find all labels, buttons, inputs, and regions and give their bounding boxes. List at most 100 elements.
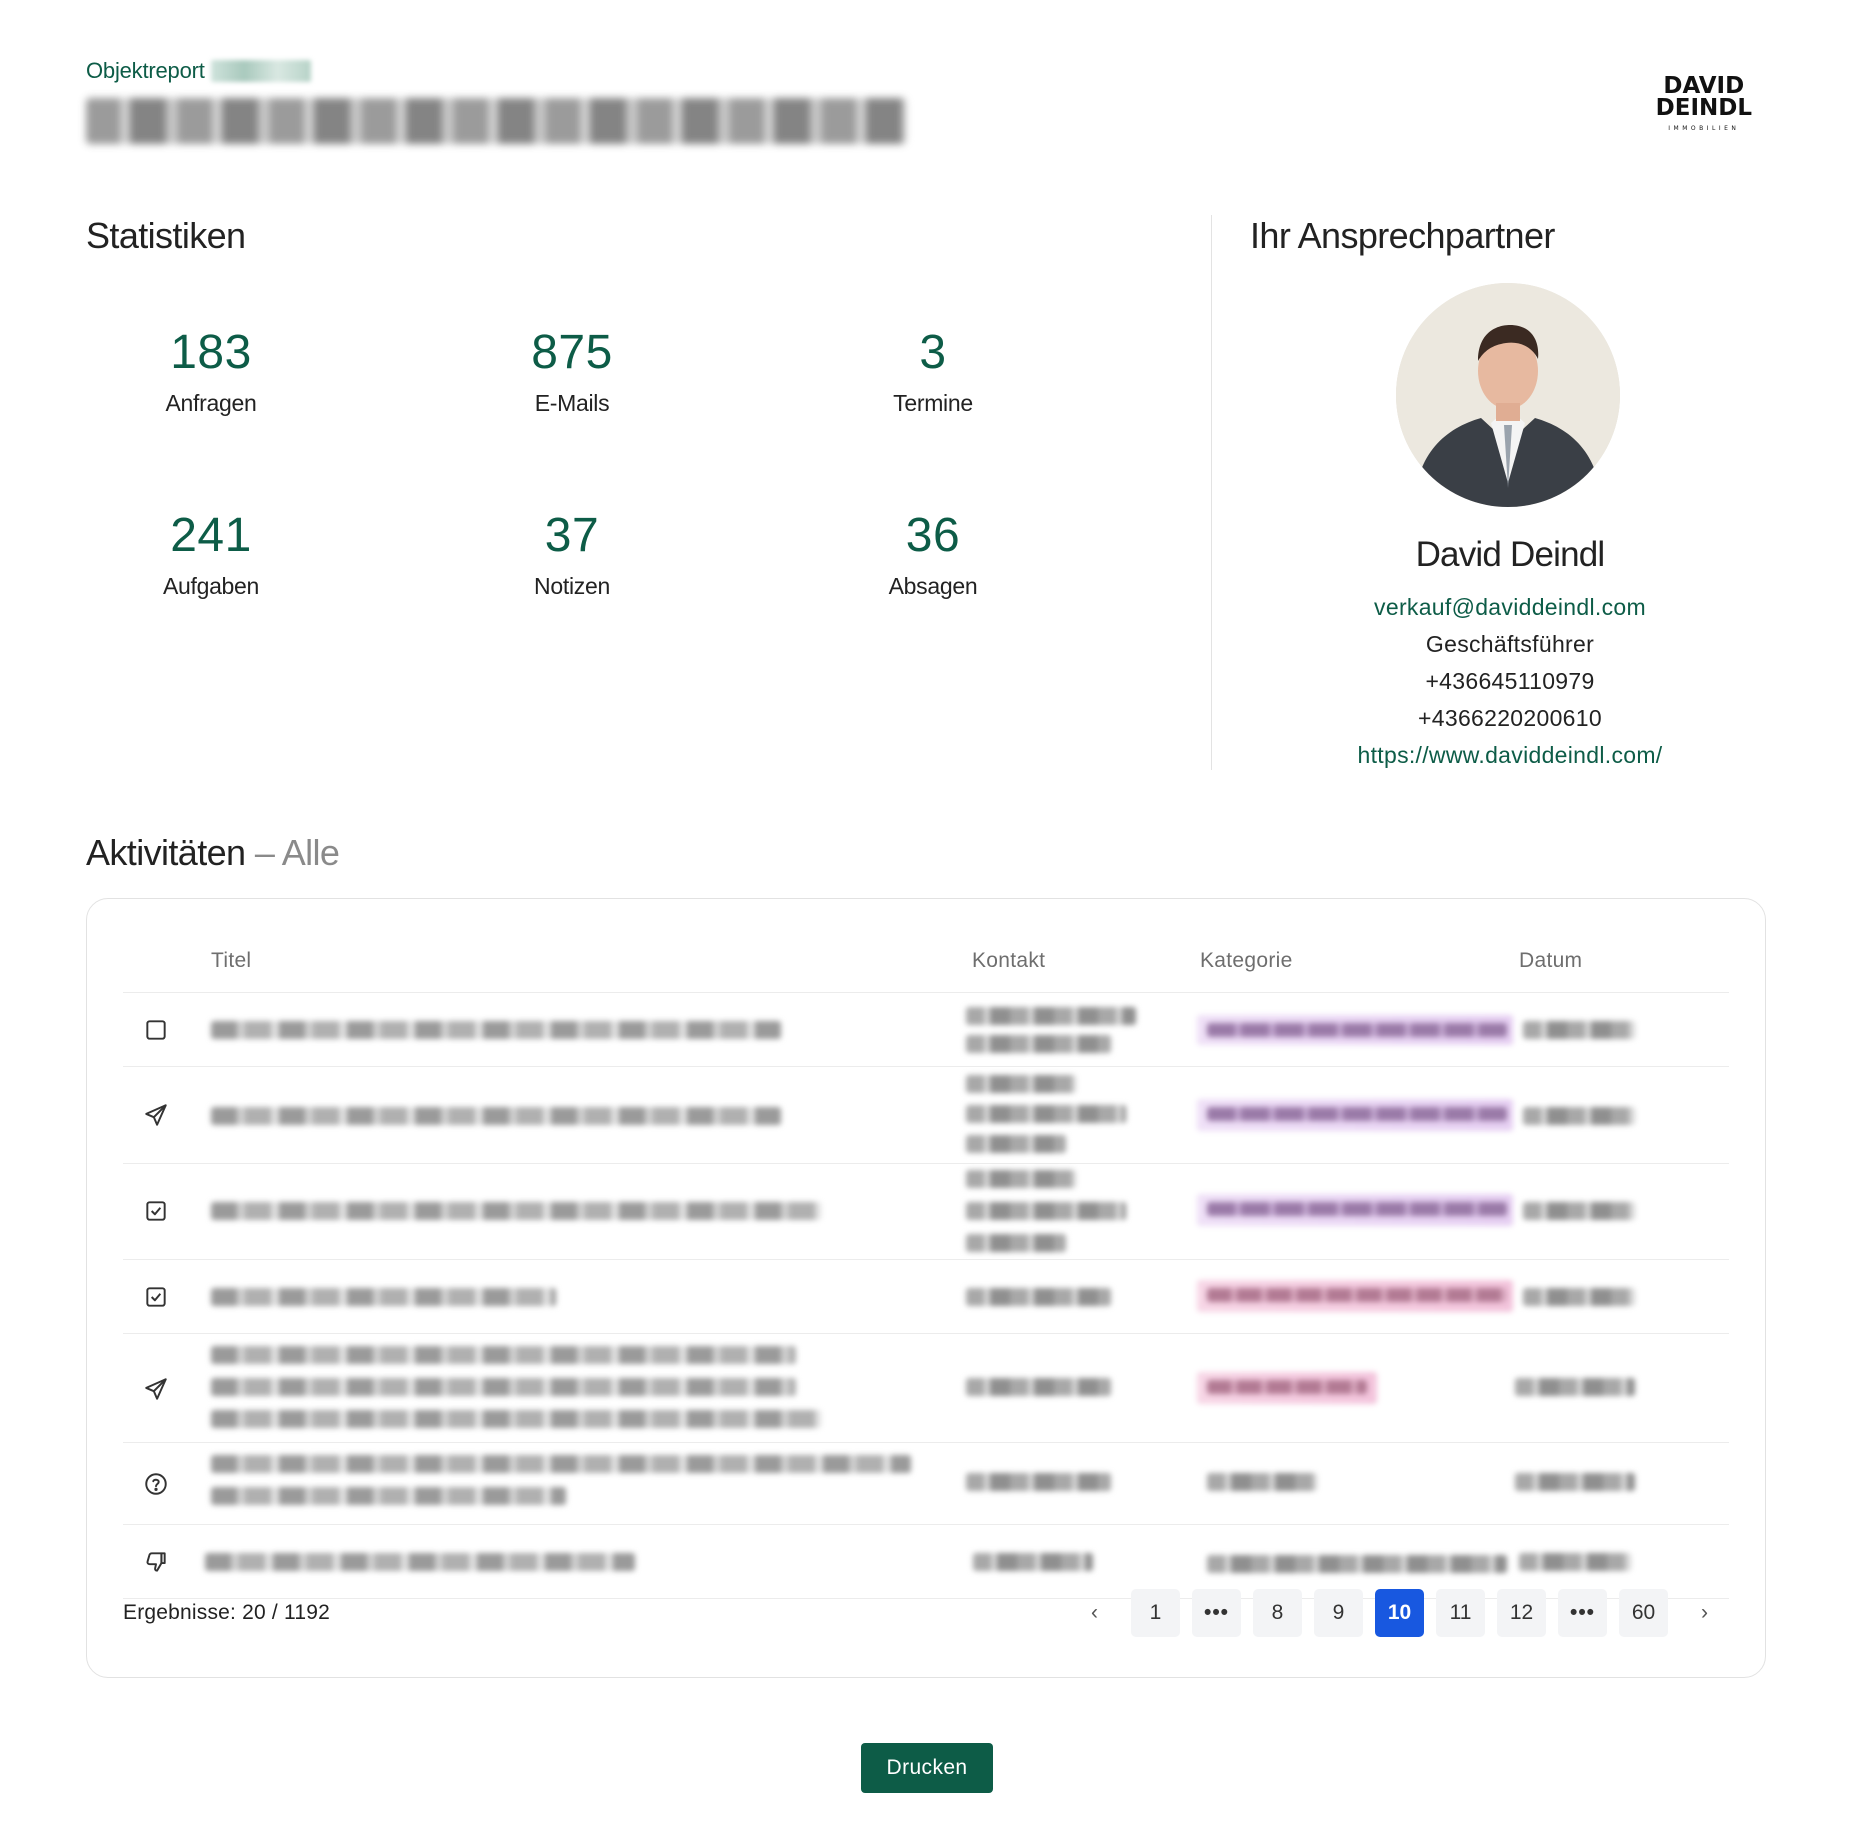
check-square-icon xyxy=(143,1284,169,1310)
redacted-category xyxy=(1207,1555,1507,1573)
contact-details: David Deindl verkauf@daviddeindl.com Ges… xyxy=(1250,535,1770,774)
section-divider xyxy=(1211,215,1212,770)
company-logo: DAVID DEINDL IMMOBILIEN xyxy=(1656,75,1752,132)
contact-email-link[interactable]: verkauf@daviddeindl.com xyxy=(1250,589,1770,626)
redacted-date xyxy=(1523,1107,1635,1125)
redacted-title xyxy=(205,1553,635,1571)
page-button[interactable]: 1 xyxy=(1131,1589,1180,1637)
table-row[interactable] xyxy=(123,1260,1729,1334)
activities-title: Aktivitäten – Alle xyxy=(86,832,340,874)
redacted-contact xyxy=(966,1105,1126,1123)
redacted-contact xyxy=(966,1135,1066,1153)
prev-page-button[interactable]: ‹ xyxy=(1070,1589,1119,1637)
page-ellipsis: ••• xyxy=(1192,1589,1241,1637)
contact-phone-2[interactable]: +4366220200610 xyxy=(1250,700,1770,737)
report-type-label: Objektreport xyxy=(86,58,205,83)
stat-emails: 875 E-Mails xyxy=(422,325,722,417)
contact-role: Geschäftsführer xyxy=(1425,631,1595,657)
stat-notes: 37 Notizen xyxy=(422,508,722,600)
stat-value: 875 xyxy=(531,326,613,379)
pagination: ‹ 1 ••• 8 9 10 11 12 ••• 60 › xyxy=(1070,1589,1729,1637)
redacted-title xyxy=(211,1378,796,1396)
table-row[interactable] xyxy=(123,1067,1729,1164)
activities-heading: Aktivitäten xyxy=(86,832,246,873)
redacted-contact xyxy=(966,1075,1076,1093)
redacted-contact xyxy=(966,1007,1136,1025)
table-row[interactable] xyxy=(123,1334,1729,1443)
stat-label: Absagen xyxy=(888,573,978,599)
page-ellipsis: ••• xyxy=(1558,1589,1607,1637)
redacted-title xyxy=(211,1288,556,1306)
stat-label: Notizen xyxy=(534,573,610,599)
stat-value: 37 xyxy=(544,509,600,562)
redacted-category-text xyxy=(1207,1023,1507,1037)
redacted-contact xyxy=(966,1234,1066,1252)
report-header: Objektreport DAVID DEINDL IMMOBILIEN xyxy=(86,58,1766,178)
thumbs-down-icon xyxy=(143,1549,169,1575)
redacted-category-text xyxy=(1207,1288,1507,1302)
table-row[interactable] xyxy=(123,1525,1729,1599)
redacted-object-id xyxy=(210,60,311,82)
stat-label: Anfragen xyxy=(165,390,257,416)
send-icon xyxy=(143,1102,169,1128)
redacted-date xyxy=(1523,1021,1635,1039)
page-button[interactable]: 60 xyxy=(1619,1589,1668,1637)
stat-value: 3 xyxy=(919,326,947,379)
redacted-property-title xyxy=(86,98,906,144)
contact-website-link[interactable]: https://www.daviddeindl.com/ xyxy=(1250,737,1770,774)
stat-label: Aufgaben xyxy=(162,573,260,599)
stat-tasks: 241 Aufgaben xyxy=(61,508,361,600)
table-row[interactable] xyxy=(123,993,1729,1067)
redacted-contact xyxy=(973,1553,1093,1571)
page-button[interactable]: 11 xyxy=(1436,1589,1485,1637)
next-page-button[interactable]: › xyxy=(1680,1589,1729,1637)
redacted-contact xyxy=(966,1035,1111,1053)
redacted-category-text xyxy=(1207,1107,1507,1121)
print-button[interactable]: Drucken xyxy=(861,1743,993,1793)
contact-title: Ihr Ansprechpartner xyxy=(1250,215,1555,256)
stat-label: Termine xyxy=(893,390,973,416)
column-header-category[interactable]: Kategorie xyxy=(1200,949,1293,973)
table-footer: Ergebnisse: 20 / 1192 ‹ 1 ••• 8 9 10 11 … xyxy=(123,1589,1729,1639)
page-button[interactable]: 8 xyxy=(1253,1589,1302,1637)
stat-appointments: 3 Termine xyxy=(783,325,1083,417)
stat-value: 183 xyxy=(170,326,252,379)
redacted-category xyxy=(1207,1473,1317,1491)
redacted-date xyxy=(1523,1202,1635,1220)
stat-inquiries: 183 Anfragen xyxy=(61,325,361,417)
activities-filter-label: – Alle xyxy=(254,832,340,873)
activities-table: Titel Kontakt Kategorie Datum xyxy=(123,929,1729,1599)
column-header-title[interactable]: Titel xyxy=(211,949,251,973)
redacted-title xyxy=(211,1346,796,1364)
redacted-category-text xyxy=(1207,1380,1367,1394)
table-row[interactable] xyxy=(123,1164,1729,1260)
redacted-title xyxy=(211,1410,821,1428)
stat-rejections: 36 Absagen xyxy=(783,508,1083,600)
page-button[interactable]: 9 xyxy=(1314,1589,1363,1637)
table-row[interactable] xyxy=(123,1443,1729,1525)
redacted-date xyxy=(1519,1553,1631,1571)
column-header-date[interactable]: Datum xyxy=(1519,949,1582,973)
help-circle-icon xyxy=(143,1471,169,1497)
send-icon xyxy=(143,1376,169,1402)
redacted-contact xyxy=(966,1170,1076,1188)
redacted-date xyxy=(1515,1378,1635,1396)
redacted-title xyxy=(211,1107,781,1125)
stat-value: 241 xyxy=(170,509,252,562)
redacted-contact xyxy=(966,1288,1111,1306)
redacted-title xyxy=(211,1455,911,1473)
activities-card: Titel Kontakt Kategorie Datum Ergebnisse… xyxy=(86,898,1766,1678)
page-button-active[interactable]: 10 xyxy=(1375,1589,1424,1637)
results-count: Ergebnisse: 20 / 1192 xyxy=(123,1601,330,1624)
logo-line-3: IMMOBILIEN xyxy=(1668,124,1740,132)
redacted-category-text xyxy=(1207,1202,1507,1216)
column-header-contact[interactable]: Kontakt xyxy=(972,949,1045,973)
redacted-title xyxy=(211,1202,821,1220)
contact-phone-1[interactable]: +436645110979 xyxy=(1250,663,1770,700)
page-button[interactable]: 12 xyxy=(1497,1589,1546,1637)
redacted-contact xyxy=(966,1202,1126,1220)
contact-name: David Deindl xyxy=(1415,535,1606,574)
avatar xyxy=(1396,283,1620,507)
stat-label: E-Mails xyxy=(534,390,610,416)
statistics-grid: 183 Anfragen 875 E-Mails 3 Termine 241 A… xyxy=(86,215,1206,715)
